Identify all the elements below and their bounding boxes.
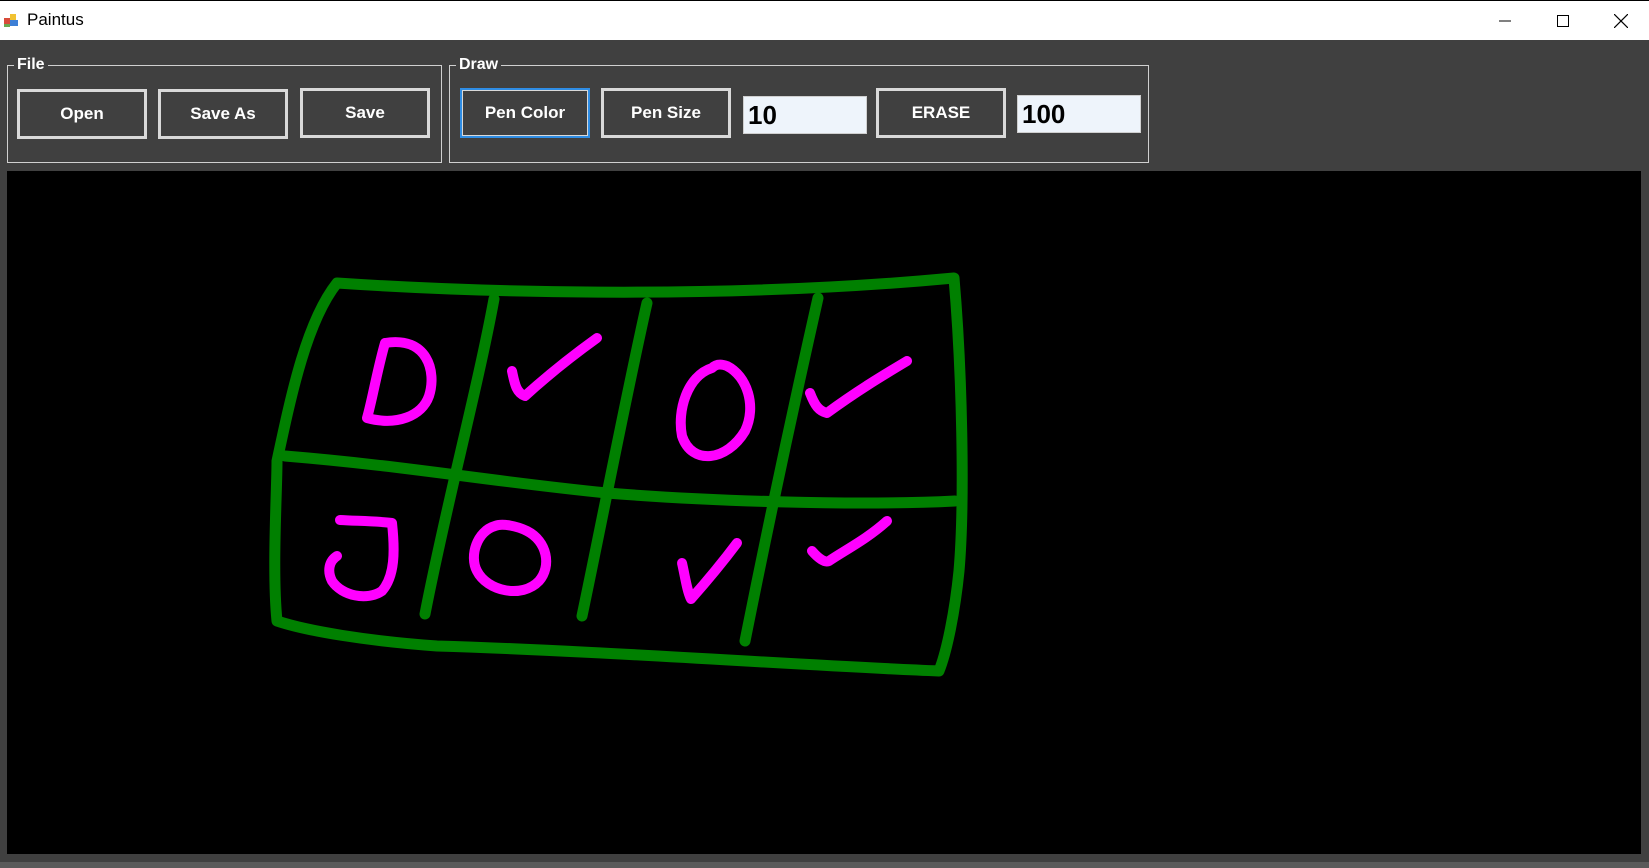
grid-vline-2 [576, 297, 653, 622]
erase-size-input[interactable]: 100 [1017, 95, 1141, 133]
check-mark-1 [507, 333, 602, 401]
window-title: Paintus [27, 10, 84, 29]
close-icon [1614, 14, 1628, 28]
check-mark-4 [807, 516, 892, 567]
letter-d [362, 337, 437, 426]
minimize-icon [1499, 20, 1511, 22]
letter-o-1 [675, 359, 756, 462]
pen-size-button[interactable]: Pen Size [601, 88, 731, 138]
open-button[interactable]: Open [17, 89, 147, 139]
paintus-window: Paintus File Open Save As Save Draw Pen … [0, 0, 1649, 868]
draw-group-legend: Draw [456, 56, 502, 74]
file-group-legend: File [14, 56, 48, 74]
pen-size-input[interactable]: 10 [743, 96, 867, 134]
title-bar[interactable]: Paintus [0, 0, 1649, 40]
save-button[interactable]: Save [300, 88, 430, 138]
drawing-canvas[interactable] [7, 171, 1641, 854]
grid-mid-line [279, 450, 961, 509]
green-grid-strokes [269, 272, 968, 677]
pen-color-button[interactable]: Pen Color [460, 88, 590, 138]
draw-groupbox: Draw Pen Color Pen Size 10 ERASE 100 [449, 56, 1149, 163]
grid-border [269, 272, 968, 677]
letter-o-2 [468, 519, 552, 597]
erase-button[interactable]: ERASE [876, 88, 1006, 138]
letter-j [324, 515, 399, 602]
grid-vline-3 [739, 292, 824, 647]
maximize-button[interactable] [1534, 1, 1592, 41]
minimize-button[interactable] [1476, 1, 1534, 41]
close-button[interactable] [1592, 1, 1649, 41]
maximize-icon [1557, 15, 1569, 27]
canvas-drawing [269, 272, 968, 677]
grid-vline-1 [419, 293, 500, 620]
check-mark-3 [677, 538, 742, 604]
bottom-border [0, 862, 1649, 868]
paint-app-icon [4, 12, 20, 28]
save-as-button[interactable]: Save As [158, 89, 288, 139]
file-groupbox: File Open Save As Save [7, 56, 442, 163]
check-mark-2 [805, 356, 912, 418]
